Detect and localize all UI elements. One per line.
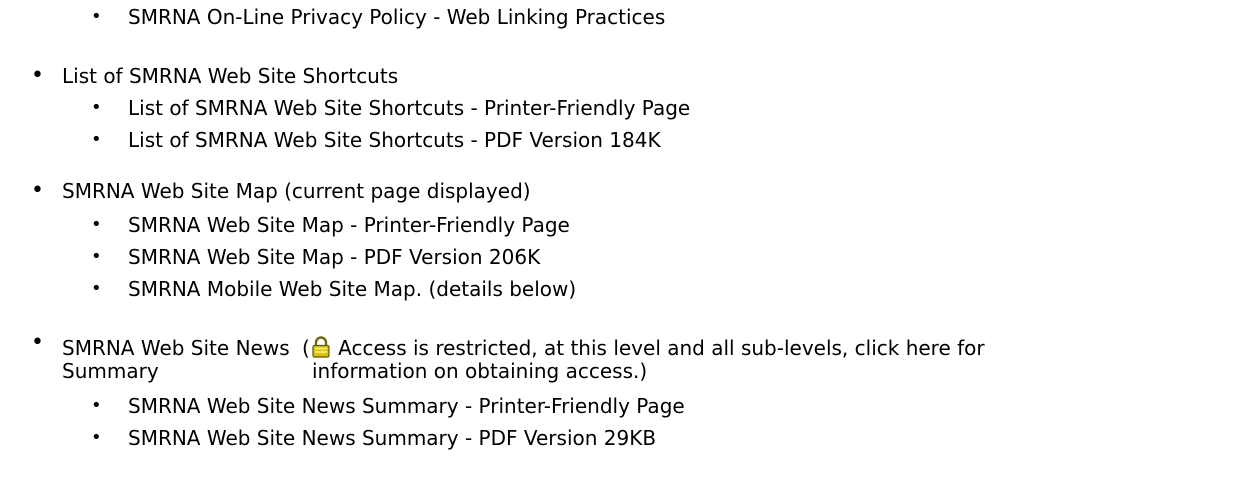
bullet: •: [91, 395, 102, 416]
access-note-open: (: [302, 336, 310, 360]
link-sitemap-pdf[interactable]: SMRNA Web Site Map - PDF Version 206K: [128, 244, 540, 270]
bullet: •: [91, 246, 102, 267]
bullet: •: [91, 6, 102, 27]
site-map-current: SMRNA Web Site Map (current page display…: [62, 179, 531, 203]
access-note-text: Access is restricted, at this level and …: [331, 336, 985, 360]
bullet: •: [31, 63, 44, 88]
bullet: •: [91, 427, 102, 448]
link-shortcuts[interactable]: List of SMRNA Web Site Shortcuts: [62, 63, 398, 89]
link-shortcuts-printer[interactable]: List of SMRNA Web Site Shortcuts - Print…: [128, 95, 690, 121]
link-news-printer[interactable]: SMRNA Web Site News Summary - Printer-Fr…: [128, 393, 685, 419]
lock-icon: [312, 336, 330, 358]
bullet: •: [91, 97, 102, 118]
link-shortcuts-pdf[interactable]: List of SMRNA Web Site Shortcuts - PDF V…: [128, 127, 661, 153]
link-mobile-sitemap[interactable]: SMRNA Mobile Web Site Map. (details belo…: [128, 276, 576, 302]
link-news-pdf[interactable]: SMRNA Web Site News Summary - PDF Versio…: [128, 425, 656, 451]
link-news-summary-line2[interactable]: Summary: [62, 358, 159, 384]
link-privacy-web-linking[interactable]: SMRNA On-Line Privacy Policy - Web Linki…: [128, 4, 665, 30]
link-sitemap-printer[interactable]: SMRNA Web Site Map - Printer-Friendly Pa…: [128, 212, 570, 238]
bullet: •: [91, 129, 102, 150]
bullet: •: [31, 330, 44, 355]
bullet: •: [91, 278, 102, 299]
bullet: •: [91, 214, 102, 235]
bullet: •: [31, 178, 44, 203]
access-note-line2[interactable]: information on obtaining access.): [312, 358, 647, 384]
